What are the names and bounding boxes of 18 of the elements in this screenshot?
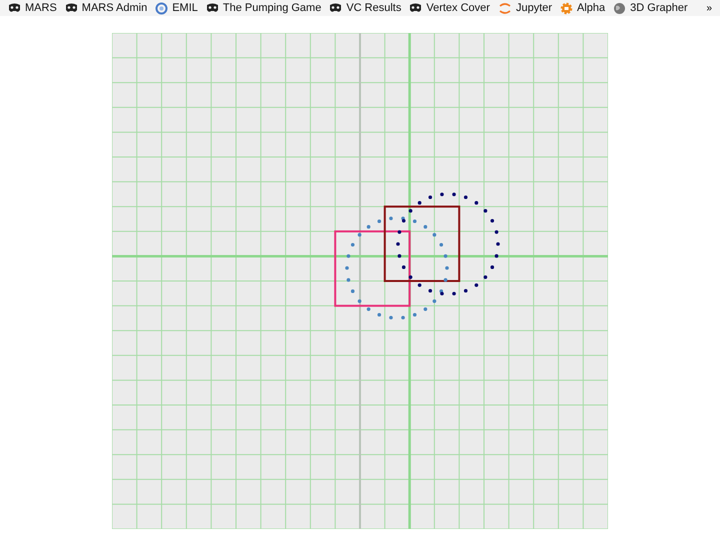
bookmark-link[interactable]: MARS Admin	[64, 2, 148, 14]
arcs-icon	[498, 2, 512, 14]
mask-icon	[8, 2, 21, 14]
bookmark-link[interactable]: MARS	[8, 2, 57, 14]
mask-icon	[64, 2, 78, 14]
bookmark-link[interactable]: VC Results	[329, 2, 402, 14]
bookmark-link[interactable]: 3D Grapher	[613, 2, 688, 14]
overflow-chevron[interactable]: »	[706, 2, 712, 14]
globe-icon	[613, 2, 626, 14]
mask-icon	[409, 2, 422, 14]
bookmark-link[interactable]: Alpha	[560, 2, 606, 14]
bookmark-link[interactable]: EMIL	[155, 2, 198, 14]
mask-icon	[329, 2, 342, 14]
bookmark-link[interactable]: Vertex Cover	[409, 2, 490, 14]
bookmark-link[interactable]: The Pumping Game	[206, 2, 322, 14]
bookmark-link[interactable]: Jupyter	[498, 2, 552, 14]
mask-icon	[206, 2, 219, 14]
ring-icon	[155, 2, 168, 14]
